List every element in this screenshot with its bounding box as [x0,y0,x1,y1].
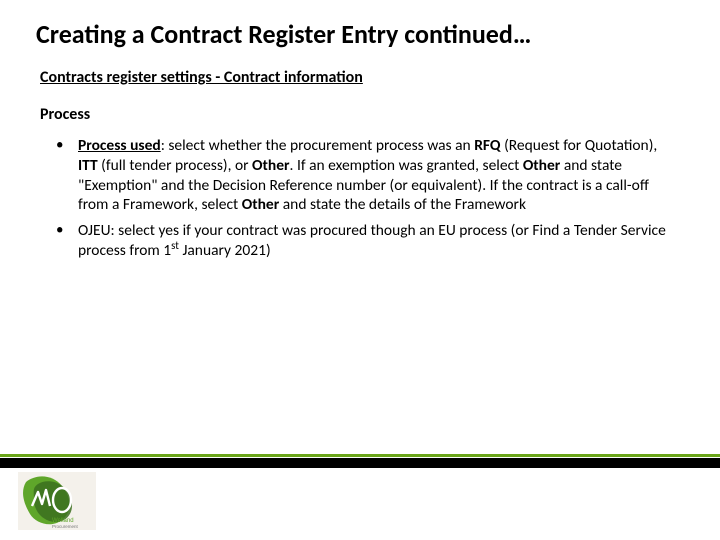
bullet-list: Process used: select whether the procure… [0,136,720,261]
text: (Request for Quotation), [501,136,658,155]
text: . If an exemption was granted, select [290,156,523,175]
text: and state the details of the Framework [279,195,526,214]
term-other: Other [523,156,561,175]
term-itt: ITT [78,156,98,175]
term-other: Other [252,156,290,175]
text: January 2021) [179,241,271,260]
term-other: Other [242,195,280,214]
text: : select whether the procurement process… [161,136,475,155]
slide: Creating a Contract Register Entry conti… [0,0,720,540]
text: OJEU: select yes if your contract was pr… [78,221,666,260]
section-heading: Process [0,99,720,136]
bullet-label: Process used [78,136,161,155]
ordinal-suffix: st [171,239,179,252]
footer-divider [0,458,720,468]
slide-title: Creating a Contract Register Entry conti… [0,0,720,60]
svg-text:Procurement: Procurement [52,524,79,529]
term-rfq: RFQ [474,136,500,155]
bullet-ojeu: OJEU: select yes if your contract was pr… [56,221,680,261]
welland-logo: Welland Procurement [18,472,96,530]
slide-subtitle: Contracts register settings - Contract i… [0,60,720,99]
welland-logo-icon: Welland Procurement [18,472,96,530]
text: (full tender process), or [98,156,252,175]
bullet-process-used: Process used: select whether the procure… [56,136,680,215]
